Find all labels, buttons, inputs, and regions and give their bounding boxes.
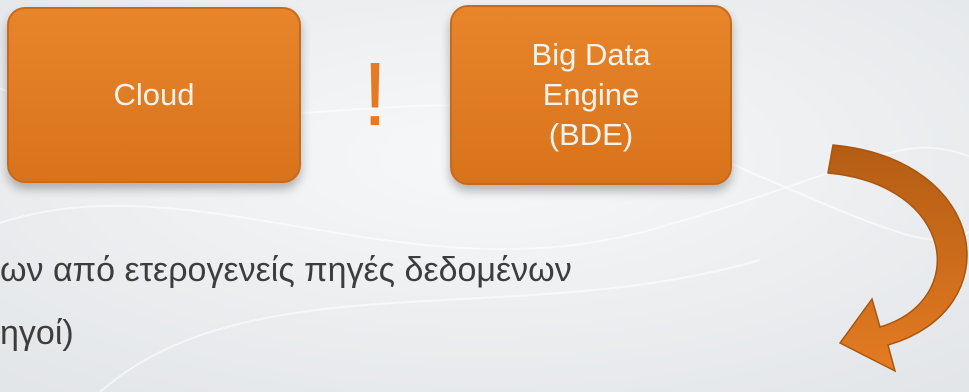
big-data-engine-box: Big Data Engine (BDE) <box>450 5 732 185</box>
cloud-box: Cloud <box>7 7 301 183</box>
big-data-engine-box-label: Big Data Engine (BDE) <box>531 37 651 152</box>
cloud-box-label: Cloud <box>113 77 195 112</box>
body-text-line-1: ων από ετερογενείς πηγές δεδομένων <box>0 251 572 289</box>
curved-arrow-icon <box>827 144 968 373</box>
body-text-line-2: ηγοί) <box>0 314 74 352</box>
exclamation-mark: ! <box>362 45 388 145</box>
